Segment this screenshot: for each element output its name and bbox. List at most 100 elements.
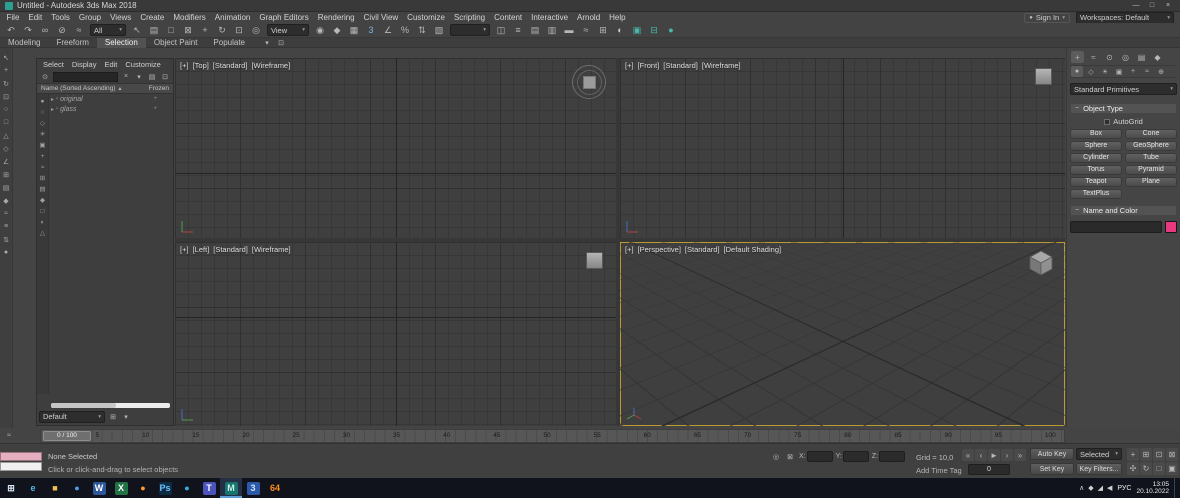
primitive-button[interactable]: GeoSphere [1125, 140, 1177, 151]
menu-item[interactable]: File [2, 13, 24, 22]
viewport-pov-label[interactable]: [Perspective] [638, 245, 681, 254]
viewport-general-menu[interactable]: [+] [625, 245, 634, 254]
ribbon-minimize-icon[interactable]: ▾ [261, 37, 273, 48]
next-frame-icon[interactable]: › [1001, 449, 1013, 461]
modify-tab-icon[interactable]: ≈ [1087, 51, 1100, 63]
teams-icon[interactable]: T [198, 478, 220, 498]
scrollbar-thumb[interactable] [51, 403, 117, 408]
lights-category-icon[interactable]: ☀ [1099, 66, 1111, 77]
open-mini-curve-editor-icon[interactable]: ≈ [3, 430, 15, 441]
menu-item[interactable]: Scripting [449, 13, 489, 22]
display-cameras-icon[interactable]: ▣ [38, 140, 48, 150]
autogrid-checkbox[interactable] [1104, 118, 1111, 125]
utilities-tab-icon[interactable]: ◆ [1151, 51, 1164, 63]
viewcube[interactable] [1026, 249, 1056, 277]
primitive-button[interactable]: Cylinder [1070, 152, 1122, 163]
frozen-toggle[interactable]: + [153, 106, 157, 112]
frozen-toggle[interactable]: + [153, 96, 157, 102]
select-by-name-icon[interactable]: ▤ [146, 23, 162, 37]
language-indicator[interactable]: РУС [1117, 485, 1131, 492]
set-key-button[interactable]: Set Key [1030, 463, 1074, 475]
viewport-standard-label[interactable]: [Standard] [213, 61, 248, 70]
render-setup-icon[interactable]: ▣ [629, 23, 645, 37]
object-type-rollout[interactable]: − Object Type [1070, 102, 1177, 114]
display-bones-icon[interactable]: ◆ [38, 195, 48, 205]
y-coordinate-field[interactable] [842, 451, 869, 462]
object-color-swatch[interactable] [1165, 220, 1177, 233]
use-pivot-center-icon[interactable]: ◉ [312, 23, 328, 37]
dock-tool-icon[interactable]: ⊡ [1, 91, 12, 102]
dock-tool-icon[interactable]: ● [1, 247, 12, 258]
dock-tool-icon[interactable]: ≡ [1, 221, 12, 232]
object-class-dropdown[interactable]: Standard Primitives ▾ [1070, 83, 1177, 95]
dock-tool-icon[interactable]: □ [1, 117, 12, 128]
menu-item[interactable]: Edit [24, 13, 47, 22]
explorer-settings-icon[interactable]: ⊞ [107, 411, 119, 422]
tray-expand-icon[interactable]: ∧ [1079, 484, 1084, 492]
lock-explorer-icon[interactable]: ⊡ [159, 71, 171, 82]
display-geometry-icon[interactable]: ○ [38, 107, 48, 117]
explorer-menu-item[interactable]: Select [39, 60, 68, 69]
ribbon-tab[interactable]: Modeling [0, 38, 48, 48]
key-filters-button[interactable]: Key Filters... [1076, 463, 1122, 475]
spinner-snap-icon[interactable]: ⇅ [414, 23, 430, 37]
firefox-icon[interactable]: ● [132, 478, 154, 498]
reference-coordinate-dropdown[interactable]: View ▾ [267, 24, 309, 36]
select-and-scale-icon[interactable]: ⊡ [231, 23, 247, 37]
dock-tool-icon[interactable]: ↖ [1, 52, 12, 63]
display-groups-icon[interactable]: ⊞ [38, 173, 48, 183]
toggle-ribbon-icon[interactable]: ▬ [561, 23, 577, 37]
helpers-category-icon[interactable]: + [1127, 66, 1139, 77]
primitive-button[interactable]: Cone [1125, 128, 1177, 139]
menu-item[interactable]: Interactive [527, 13, 573, 22]
viewport-general-menu[interactable]: [+] [180, 61, 189, 70]
primitive-button[interactable]: Teapot [1070, 176, 1122, 187]
select-and-place-icon[interactable]: ◎ [248, 23, 264, 37]
menu-item[interactable]: Create [136, 13, 169, 22]
shapes-category-icon[interactable]: ◇ [1085, 66, 1097, 77]
systems-category-icon[interactable]: ⊕ [1155, 66, 1167, 77]
dock-tool-icon[interactable]: △ [1, 130, 12, 141]
pan-icon[interactable]: ✣ [1127, 462, 1139, 475]
viewport-standard-label[interactable]: [Standard] [663, 61, 698, 70]
frozen-column-header[interactable]: Frozen [149, 85, 169, 92]
redo-icon[interactable]: ↷ [20, 23, 36, 37]
zoom-region-icon[interactable]: □ [1153, 462, 1165, 475]
select-and-move-icon[interactable]: + [197, 23, 213, 37]
zoom-icon[interactable]: + [1127, 448, 1139, 461]
viewport-top[interactable]: [+] [Top] [Standard] [Wireframe] [175, 58, 616, 238]
display-materials-icon[interactable]: ◐ [38, 217, 48, 227]
display-spacewarps-icon[interactable]: ≈ [38, 162, 48, 172]
name-and-color-rollout[interactable]: − Name and Color [1070, 204, 1177, 216]
primitive-button[interactable]: Box [1070, 128, 1122, 139]
primitive-button[interactable]: Plane [1125, 176, 1177, 187]
menu-item[interactable]: Content [490, 13, 527, 22]
display-containers-icon[interactable]: □ [38, 206, 48, 216]
ribbon-config-icon[interactable]: ⊡ [275, 37, 287, 48]
dock-tool-icon[interactable]: ⇅ [1, 234, 12, 245]
viewport-shading-label[interactable]: [Wireframe] [251, 61, 290, 70]
file-explorer-icon[interactable]: ■ [44, 478, 66, 498]
go-to-start-icon[interactable]: « [962, 449, 974, 461]
menu-item[interactable]: Group [74, 13, 105, 22]
render-production-icon[interactable]: ● [663, 23, 679, 37]
dock-tool-icon[interactable]: ○ [1, 104, 12, 115]
menu-item[interactable]: Customize [403, 13, 450, 22]
menu-item[interactable]: Tools [47, 13, 75, 22]
align-icon[interactable]: ≡ [510, 23, 526, 37]
motion-tab-icon[interactable]: ◎ [1119, 51, 1132, 63]
edge-icon[interactable]: e [22, 478, 44, 498]
toggle-layer-explorer-icon[interactable]: ▥ [544, 23, 560, 37]
selection-lock-icon[interactable]: ⊠ [784, 451, 796, 462]
app-3-icon[interactable]: 3 [242, 478, 264, 498]
curve-editor-icon[interactable]: ≈ [578, 23, 594, 37]
sign-in-button[interactable]: ● Sign In ▾ [1024, 12, 1070, 23]
viewport-pov-label[interactable]: [Top] [193, 61, 209, 70]
ribbon-tab[interactable]: Selection [96, 37, 146, 48]
unlink-selection-icon[interactable]: ⊘ [54, 23, 70, 37]
viewcube[interactable] [572, 65, 606, 99]
window-crossing-icon[interactable]: ⊠ [180, 23, 196, 37]
dock-tool-icon[interactable]: ⊞ [1, 169, 12, 180]
viewport-pov-label[interactable]: [Front] [638, 61, 660, 70]
network-icon[interactable]: ◢ [1098, 484, 1103, 492]
